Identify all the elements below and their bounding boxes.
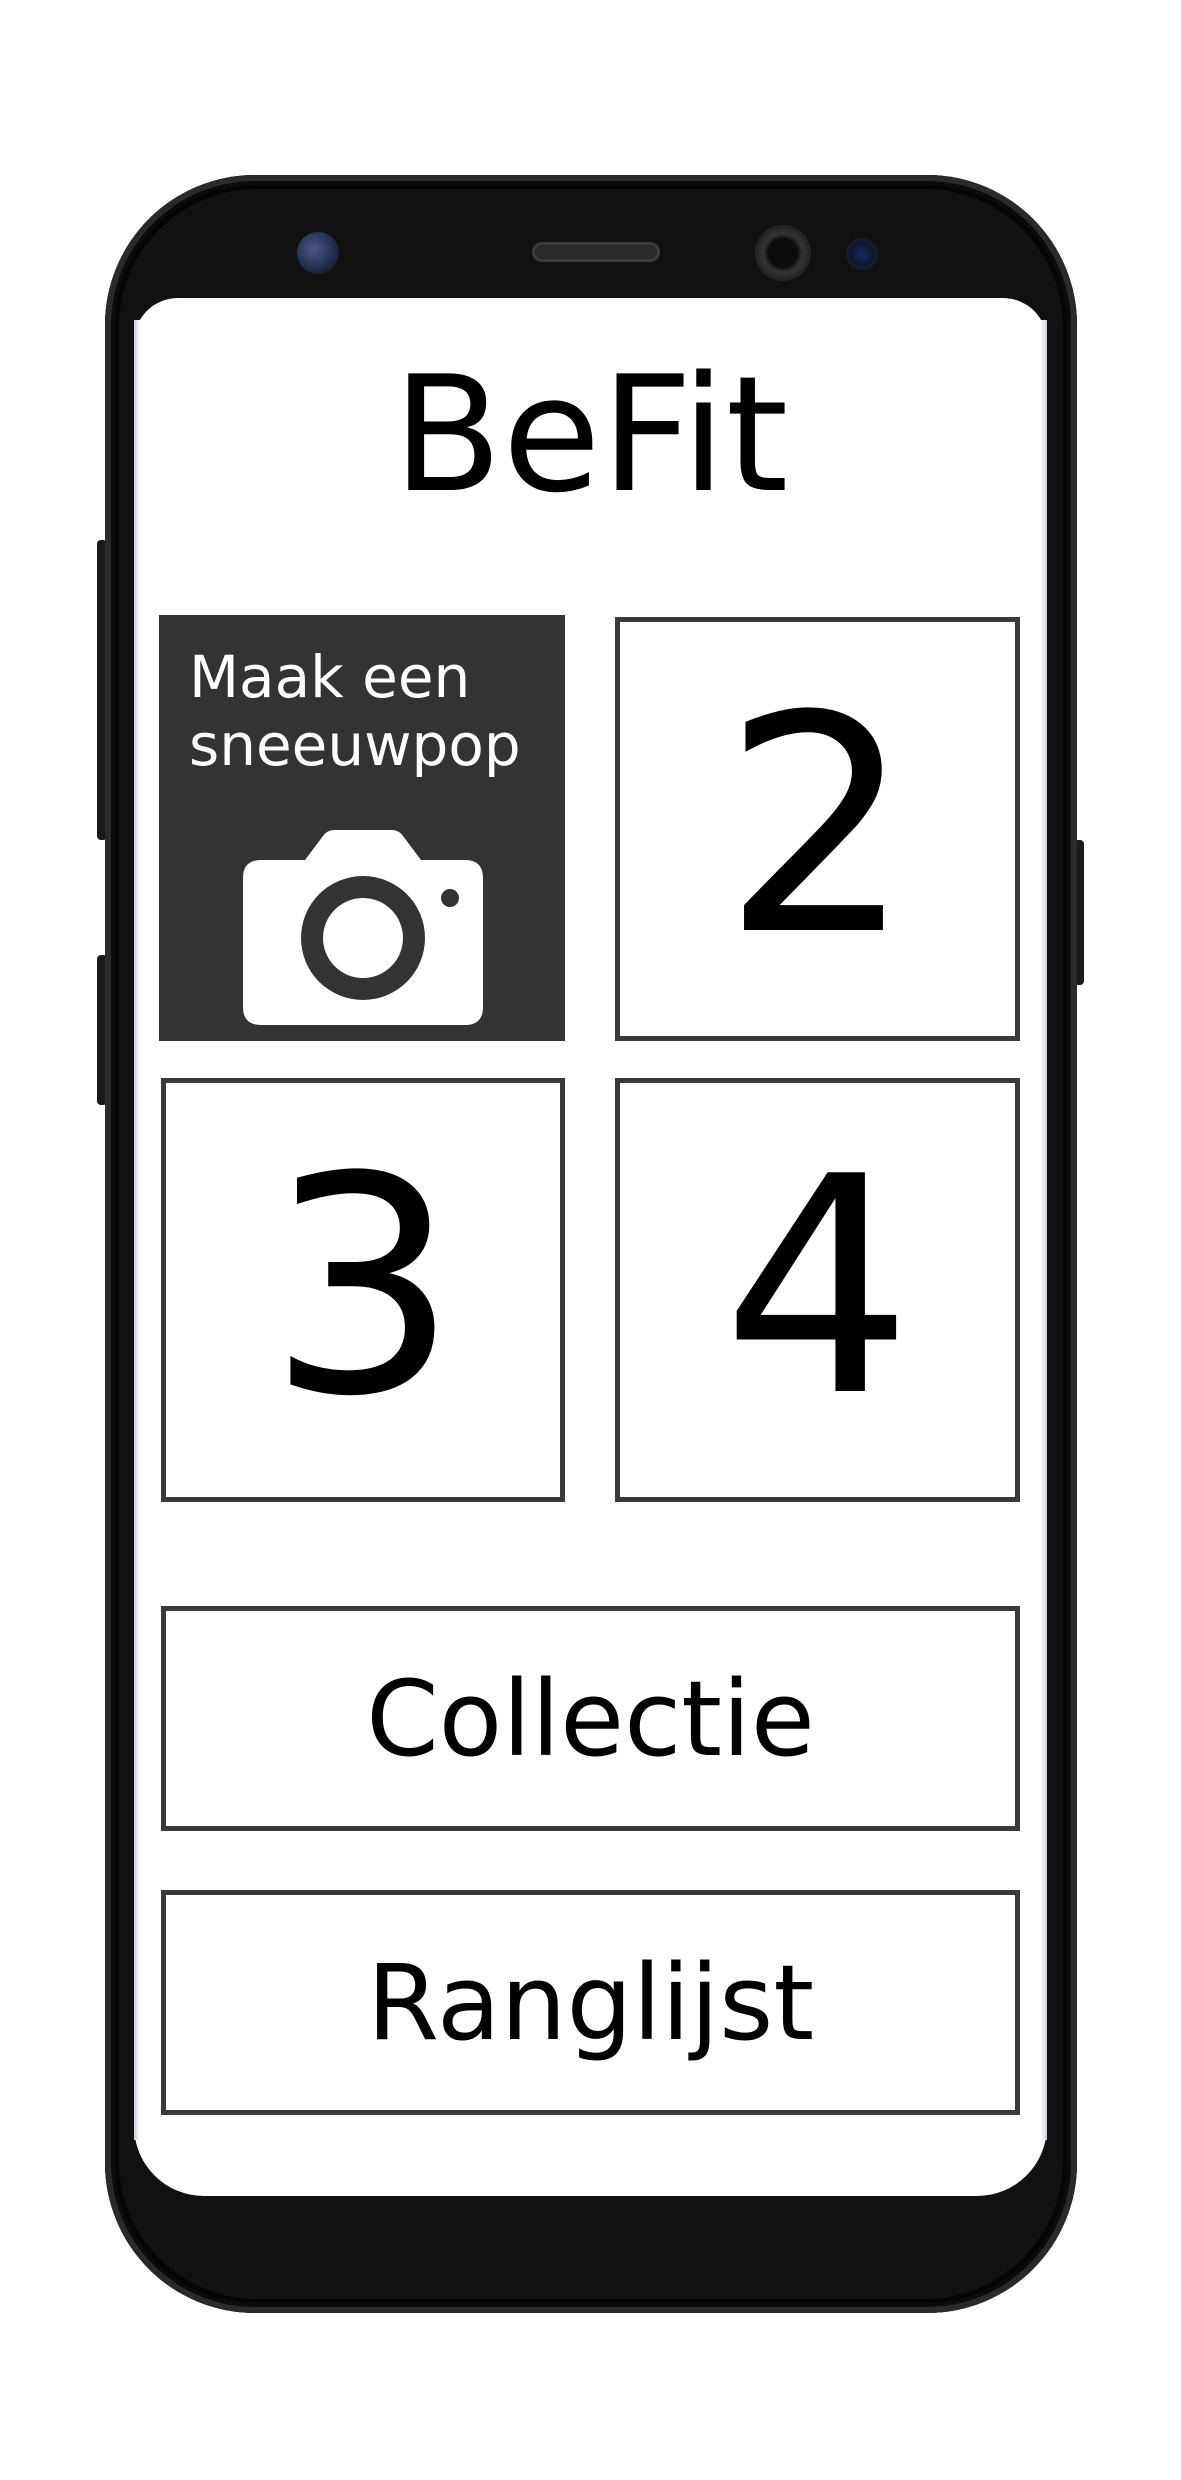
tile-2-number: 2 (722, 652, 913, 1001)
tile-2[interactable]: 2 (615, 617, 1020, 1041)
front-camera (758, 228, 808, 278)
page: BeFit Maak een sneeuwpop 2 3 4 Collectie… (0, 0, 1181, 2480)
app-title: BeFit (392, 341, 789, 528)
camera-icon (243, 830, 483, 1025)
phone-screen: BeFit Maak een sneeuwpop 2 3 4 Collectie… (134, 298, 1047, 2196)
leaderboard-button[interactable]: Ranglijst (161, 1890, 1020, 2115)
tile-3-number: 3 (267, 1113, 459, 1462)
screen-edge-right (1041, 320, 1047, 2140)
collection-button[interactable]: Collectie (161, 1606, 1020, 1831)
earpiece-speaker (532, 242, 660, 262)
tile-3[interactable]: 3 (161, 1078, 565, 1502)
screen-edge-left (134, 320, 140, 2140)
iris-sensor (846, 238, 878, 270)
tile-4[interactable]: 4 (615, 1078, 1020, 1502)
tile-make-snowman[interactable]: Maak een sneeuwpop (159, 615, 565, 1041)
proximity-sensor (297, 232, 339, 274)
tile-4-number: 4 (722, 1113, 913, 1462)
tile-make-snowman-label: Maak een sneeuwpop (189, 643, 521, 779)
